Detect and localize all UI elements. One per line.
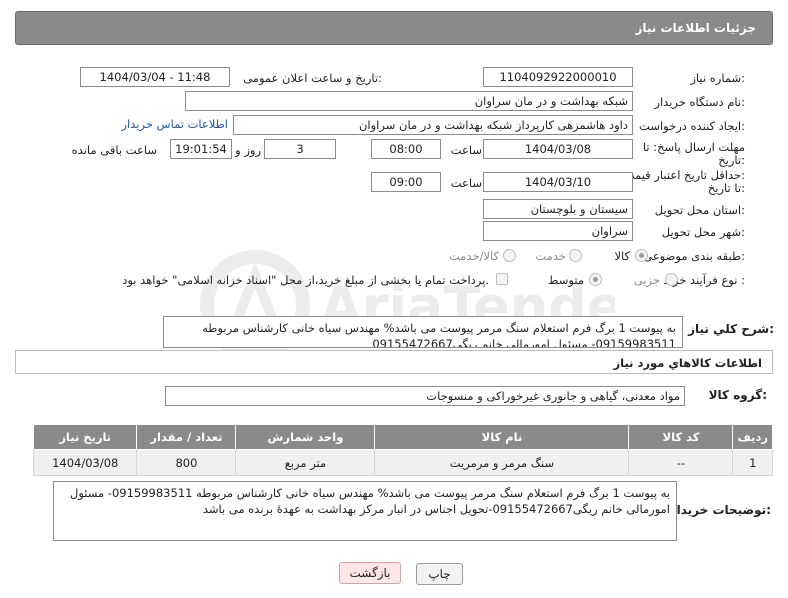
category-radio-goods-service[interactable] [503,249,516,262]
category-option-goods: کالا [614,249,630,263]
deadline-date-field: 1404/03/08 [483,139,633,159]
need-number-label: شماره نیاز: [690,71,745,85]
cell-row: 1 [732,449,773,476]
description-label: شرح کلي نياز: [688,322,774,336]
province-label: استان محل تحویل: [654,203,745,217]
cell-name: سنگ مرمر و مرمریت [374,449,630,476]
back-button[interactable]: بازگشت [339,562,401,584]
col-name: نام کالا [374,424,630,450]
buyer-contact-link[interactable]: اطلاعات تماس خریدار [121,117,228,131]
price-validity-date-field: 1404/03/10 [483,172,633,192]
category-option-goods-service: کالا/خدمت [448,249,499,263]
goods-info-bar: اطلاعات کالاهاي مورد نياز [15,350,773,374]
deadline-label-line2: تاریخ: [718,153,745,167]
treasury-payment-note: پرداخت تمام یا بخشی از مبلغ خرید،از محل … [122,273,489,287]
goods-group-field: مواد معدنی، گیاهی و جانوری غیرخوراکی و م… [165,386,685,406]
deadline-time-label: ساعت [450,143,482,157]
announce-field: 1404/03/04 - 11:48 [80,67,230,87]
creator-field: داود هاشمزهی کارپرداز شبکه بهداشت و در م… [233,115,633,135]
category-option-service: خدمت [535,249,566,263]
col-unit: واحد شمارش [235,424,376,450]
category-label: طبقه بندی موضوعی: [643,249,745,263]
col-code: کد کالا [628,424,734,450]
deadline-label-line1: مهلت ارسال پاسخ: تا [642,140,745,154]
price-validity-label-line2: تا تاریخ: [707,181,745,195]
page-title: جزئیات اطلاعات نیاز [635,21,756,35]
remaining-time-field: 19:01:54 [170,139,232,159]
price-validity-time-label: ساعت [450,176,482,190]
need-details-page: جزئیات اطلاعات نیاز AriaTender.neT شماره… [0,0,788,598]
remaining-time-label: ساعت باقی مانده [71,143,157,157]
announce-label: تاریخ و ساعت اعلان عمومی: [243,71,382,85]
table-row: 1 -- سنگ مرمر و مرمریت متر مربع 800 1404… [32,449,773,476]
col-row: ردیف [732,424,773,450]
cell-qty: 800 [136,449,237,476]
category-radio-service[interactable] [569,249,582,262]
page-header: جزئیات اطلاعات نیاز [15,11,773,45]
process-option-minor: جزیی [633,273,660,287]
process-radio-minor[interactable] [665,273,678,286]
description-textarea: به پیوست 1 برگ فرم استعلام سنگ مرمر پیوس… [163,316,683,348]
price-validity-label-line1: حداقل تاریخ اعتبار قیمت: [623,168,745,182]
cell-need-date: 1404/03/08 [32,449,138,476]
province-field: سیستان و بلوچستان [483,199,633,219]
creator-label: ایجاد کننده درخواست: [639,119,745,133]
city-label: شهر محل تحویل: [661,225,745,239]
deadline-time-field: 08:00 [371,139,441,159]
cell-unit: متر مربع [235,449,376,476]
col-need-date: تاریخ نیاز [32,424,138,450]
goods-group-label: گروه کالا: [708,388,767,402]
cell-code: -- [628,449,734,476]
deadline-days-field: 3 [264,139,336,159]
price-validity-time-field: 09:00 [371,172,441,192]
buyer-org-label: نام دستگاه خریدار: [654,95,745,109]
print-button[interactable]: چاپ [416,563,463,585]
category-radio-goods[interactable] [635,249,648,262]
process-radio-medium[interactable] [589,273,602,286]
col-qty: تعداد / مقدار [136,424,237,450]
process-option-medium: متوسط [547,273,584,287]
need-number-field: 1104092922000010 [483,67,633,87]
deadline-days-label: روز و [235,143,261,157]
buyer-org-field: شبکه بهداشت و در مان سراوان [185,91,633,111]
city-field: سراوان [483,221,633,241]
goods-table-header: ردیف کد کالا نام کالا واحد شمارش تعداد /… [32,424,773,450]
buyer-notes-label: توضیحات خریدار: [669,503,771,517]
goods-table: ردیف کد کالا نام کالا واحد شمارش تعداد /… [32,424,773,476]
goods-info-title: اطلاعات کالاهاي مورد نياز [613,356,762,370]
treasury-payment-checkbox[interactable] [496,273,508,285]
buyer-notes-textarea: به پیوست 1 برگ فرم استعلام سنگ مرمر پیوس… [53,481,677,541]
